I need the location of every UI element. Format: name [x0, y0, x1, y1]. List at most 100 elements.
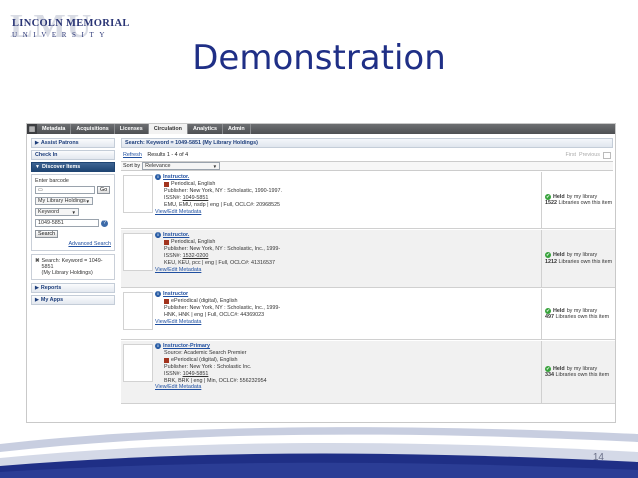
libraries-count: 497 — [545, 314, 554, 320]
enter-barcode-label: Enter barcode — [35, 178, 69, 184]
libraries-count: 1212 — [545, 258, 557, 265]
cover-thumbnail — [123, 175, 153, 213]
barcode-input[interactable]: ▭ — [35, 186, 95, 194]
libraries-suffix: Libraries own this item — [555, 372, 610, 378]
search-input[interactable]: 1049-5851 — [35, 219, 99, 227]
record-format: ePeriodical (digital), English — [171, 356, 238, 363]
check-icon: ✔ — [545, 307, 551, 314]
discover-items-label: Discover Items — [41, 164, 81, 170]
cover-thumbnail — [123, 344, 153, 382]
discover-items-button[interactable]: ▼ Discover Items — [31, 162, 115, 172]
eperiodical-icon — [164, 357, 169, 363]
holdings-cell: ✔ Held by my library 1212 Libraries own … — [541, 230, 615, 287]
info-icon: i — [155, 174, 161, 181]
check-icon: ✔ — [545, 365, 551, 372]
sidebar: ▶ Assist Patrons Check In ▼ Discover Ite… — [31, 138, 115, 418]
record-publisher: Publisher: New York, NY : Scholastic, In… — [164, 245, 281, 252]
info-icon: i — [155, 343, 161, 350]
record-format: ePeriodical (digital), English — [171, 297, 238, 304]
results-bar: Refresh Results 1 - 4 of 4 First Previou… — [121, 150, 613, 160]
record-title-link[interactable]: i Instructor — [155, 291, 535, 298]
record-format: Periodical, English — [171, 238, 216, 245]
record-title[interactable]: Instructor. — [163, 232, 189, 239]
discover-items-panel: Enter barcode ▭ Go My Library Holdings K… — [31, 174, 115, 251]
check-icon: ✔ — [545, 193, 551, 200]
reports-button[interactable]: ▶ Reports — [31, 283, 115, 293]
record-issn-label: ISSN#: — [164, 194, 182, 201]
search-button[interactable]: Search — [35, 230, 59, 238]
record-codes: BRK, BRK | eng | Min, OCLC#: 556232954 — [164, 377, 267, 384]
record-codes: KEU, KEU, pcc | eng | Full, OCLC#: 41316… — [164, 259, 275, 266]
logo-line1: LINCOLN MEMORIAL — [12, 18, 130, 29]
saved-search-panel: ✖ Search: Keyword = 1049-5851 (My Librar… — [31, 254, 115, 280]
record-issn[interactable]: 1049-5851 — [183, 371, 209, 377]
record-title-link[interactable]: i Instructor. — [155, 232, 535, 239]
pager-first[interactable]: First — [566, 152, 576, 158]
info-icon: i — [155, 232, 161, 239]
close-icon[interactable]: ✖ — [35, 258, 40, 276]
my-apps-button[interactable]: ▶ My Apps — [31, 295, 115, 305]
record-issn[interactable]: 1049-5851 — [183, 195, 209, 201]
my-apps-label: My Apps — [40, 297, 64, 303]
tab-circulation[interactable]: Circulation — [148, 124, 188, 134]
record-title[interactable]: Instructor-Primary — [163, 343, 210, 350]
check-icon: ✔ — [545, 252, 551, 259]
slide-title: Demonstration — [192, 38, 446, 78]
results-count: Results 1 - 4 of 4 — [147, 152, 189, 158]
sort-select[interactable]: Relevance — [142, 162, 221, 170]
refresh-link[interactable]: Refresh — [123, 152, 142, 158]
record-issn-label: ISSN#: — [164, 252, 182, 259]
page-number-input[interactable] — [603, 151, 611, 159]
periodical-icon — [164, 181, 169, 187]
libraries-suffix: Libraries own this item — [555, 314, 610, 320]
holdings-cell: ✔ Held by my library 497 Libraries own t… — [541, 289, 615, 339]
chevron-right-icon: ▶ — [35, 297, 39, 303]
eperiodical-icon — [164, 298, 169, 304]
saved-search-line2: (My Library Holdings) — [41, 270, 93, 276]
chevron-right-icon: ▶ — [35, 140, 39, 146]
record-issn[interactable]: 1532-0200 — [183, 253, 209, 259]
holdings-cell: ✔ Held by my library 1522 Libraries own … — [541, 172, 615, 228]
scope-select[interactable]: My Library Holdings — [35, 197, 93, 205]
record-title-link[interactable]: i Instructor-Primary — [155, 343, 535, 350]
record-codes: EMU, EMU, nsdp | eng | Full, OCLC#: 2096… — [164, 201, 281, 208]
grid-icon[interactable]: ▦ — [27, 124, 37, 134]
assist-patrons-button[interactable]: ▶ Assist Patrons — [31, 138, 115, 148]
tab-admin[interactable]: Admin — [223, 124, 251, 134]
check-in-label: Check In — [35, 152, 58, 158]
record-publisher: Publisher: New York : Scholastic Inc. — [164, 363, 252, 370]
record-codes: HNK, HNK | eng | Full, OCLC#: 44369023 — [164, 311, 265, 318]
page-number: 14 — [592, 452, 604, 463]
reports-label: Reports — [40, 285, 62, 291]
view-edit-metadata-link[interactable]: View/Edit Metadata — [155, 319, 535, 326]
view-edit-metadata-link[interactable]: View/Edit Metadata — [155, 209, 535, 216]
holdings-cell: ✔ Held by my library 334 Libraries own t… — [541, 341, 615, 403]
saved-search-line1[interactable]: Search: Keyword = 1049-5851 — [42, 258, 111, 270]
search-header: Search: Keyword = 1049-5851 (My Library … — [121, 138, 613, 148]
record-format: Periodical, English — [171, 180, 216, 187]
table-row: i Instructor ePeriodical (digital), Engl… — [121, 289, 615, 340]
record-title[interactable]: Instructor. — [163, 174, 189, 181]
record-title[interactable]: Instructor — [163, 291, 188, 298]
footer-wave-decoration — [0, 427, 638, 478]
advanced-search-link[interactable]: Advanced Search — [35, 241, 111, 247]
tab-analytics[interactable]: Analytics — [188, 124, 223, 134]
index-select[interactable]: Keyword — [35, 208, 79, 216]
tab-acquisitions[interactable]: Acquisitions — [71, 124, 115, 134]
check-in-button[interactable]: Check In — [31, 150, 115, 160]
record-publisher: Publisher: New York, NY : Scholastic, In… — [164, 304, 281, 311]
record-title-link[interactable]: i Instructor. — [155, 174, 535, 181]
record-source: Source: Academic Search Premier — [164, 349, 247, 356]
pager-previous[interactable]: Previous — [579, 152, 600, 158]
table-row: i Instructor-Primary Source: Academic Se… — [121, 341, 615, 404]
view-edit-metadata-link[interactable]: View/Edit Metadata — [155, 384, 535, 391]
record-issn-label: ISSN#: — [164, 370, 182, 377]
tab-metadata[interactable]: Metadata — [37, 124, 72, 134]
worldshare-screenshot: ▦ Metadata Acquisitions Licenses Circula… — [26, 123, 616, 423]
view-edit-metadata-link[interactable]: View/Edit Metadata — [155, 267, 535, 274]
info-icon: i — [155, 291, 161, 298]
help-icon[interactable]: ? — [101, 219, 108, 227]
sort-bar: Sort by Relevance — [121, 161, 613, 171]
go-button[interactable]: Go — [97, 186, 111, 194]
tab-licenses[interactable]: Licenses — [115, 124, 149, 134]
